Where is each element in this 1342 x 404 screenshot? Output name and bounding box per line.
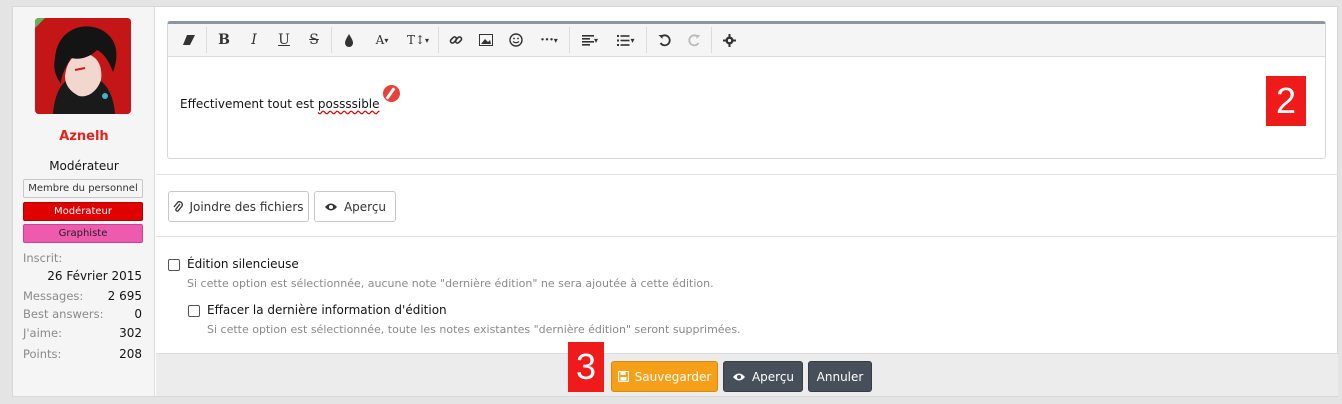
- footer-preview-label: Aperçu: [751, 369, 795, 384]
- main-content: B I U S A ▾ T↕ ▾ ··· ▾ ▾ ▾ Effectivement…: [156, 7, 1338, 396]
- silent-edit-checkbox[interactable]: [168, 259, 180, 271]
- more-dropdown-icon[interactable]: ··· ▾: [531, 26, 567, 54]
- strikethrough-button[interactable]: S: [299, 26, 329, 54]
- silent-edit-hint: Si cette option est sélectionnée, aucune…: [187, 277, 714, 290]
- form-footer: 3 Sauvegarder Aperçu Annuler: [156, 342, 1338, 396]
- stat-value-likes: 302: [119, 326, 142, 340]
- stat-value-joined: 26 Février 2015: [47, 269, 142, 283]
- clear-edit-checkbox[interactable]: [188, 305, 200, 317]
- clear-format-icon[interactable]: [174, 26, 204, 54]
- user-sidebar: Aznelh Modérateur Membre du personnel Mo…: [13, 7, 155, 396]
- settings-gear-icon[interactable]: [714, 26, 744, 54]
- preview-label: Aperçu: [343, 199, 387, 214]
- avatar[interactable]: [35, 18, 131, 114]
- preview-button[interactable]: Aperçu: [314, 191, 396, 222]
- link-icon[interactable]: [441, 26, 471, 54]
- clear-edit-label[interactable]: Effacer la dernière information d'éditio…: [207, 303, 447, 317]
- font-size-dropdown[interactable]: T↕ ▾: [400, 26, 436, 54]
- toolbar-separator: [569, 27, 570, 53]
- stat-label-joined: Inscrit:: [23, 251, 63, 265]
- save-button[interactable]: Sauvegarder: [611, 361, 718, 392]
- section-divider: [156, 174, 1338, 175]
- toolbar-separator: [206, 27, 207, 53]
- text-color-icon[interactable]: [334, 26, 364, 54]
- banner-graphiste: Graphiste: [23, 224, 143, 243]
- editor-toolbar: B I U S A ▾ T↕ ▾ ··· ▾ ▾ ▾: [168, 24, 1325, 57]
- silent-edit-label[interactable]: Édition silencieuse: [187, 257, 299, 271]
- stat-value-best-answers: 0: [134, 307, 142, 321]
- stat-label-points: Points:: [23, 347, 62, 361]
- stat-value-points[interactable]: 208: [119, 347, 142, 361]
- annotation-marker-2: 2: [1266, 76, 1306, 126]
- image-icon[interactable]: [471, 26, 501, 54]
- no-entry-icon: [383, 85, 400, 102]
- user-title: Modérateur: [49, 159, 119, 173]
- eye-icon: [732, 373, 745, 380]
- cancel-button[interactable]: Annuler: [808, 361, 872, 392]
- banner-moderator: Modérateur: [23, 202, 143, 221]
- undo-icon[interactable]: [649, 26, 679, 54]
- emoji-icon[interactable]: [501, 26, 531, 54]
- annotation-marker-3: 3: [568, 342, 604, 392]
- list-dropdown-icon[interactable]: ▾: [608, 26, 644, 54]
- toolbar-separator: [646, 27, 647, 53]
- message-panel: Aznelh Modérateur Membre du personnel Mo…: [12, 6, 1338, 397]
- font-family-label: A: [375, 33, 385, 47]
- font-family-dropdown[interactable]: A ▾: [364, 26, 400, 54]
- attach-files-label: Joindre des fichiers: [189, 199, 304, 214]
- clear-edit-hint: Si cette option est sélectionnée, toute …: [207, 323, 741, 336]
- editor-text: Effectivement tout est: [180, 97, 318, 111]
- toolbar-separator: [438, 27, 439, 53]
- footer-preview-button[interactable]: Aperçu: [723, 361, 803, 392]
- save-label: Sauvegarder: [634, 369, 712, 384]
- stat-label-likes: J'aime:: [23, 326, 62, 340]
- rich-text-editor[interactable]: B I U S A ▾ T↕ ▾ ··· ▾ ▾ ▾ Effectivement…: [167, 21, 1326, 159]
- eye-icon: [324, 203, 337, 210]
- stat-label-best-answers: Best answers:: [23, 307, 104, 321]
- toolbar-separator: [331, 27, 332, 53]
- stat-label-messages: Messages:: [23, 289, 84, 303]
- username[interactable]: Aznelh: [13, 129, 155, 144]
- redo-icon[interactable]: [679, 26, 709, 54]
- avatar-image: [35, 18, 131, 114]
- bold-button[interactable]: B: [209, 26, 239, 54]
- align-dropdown-icon[interactable]: ▾: [572, 26, 608, 54]
- editor-content[interactable]: Effectivement tout est possssible: [180, 97, 380, 111]
- underline-button[interactable]: U: [269, 26, 299, 54]
- attach-files-button[interactable]: Joindre des fichiers: [168, 191, 309, 222]
- misspelled-word[interactable]: possssible: [318, 97, 380, 111]
- stat-value-messages[interactable]: 2 695: [108, 289, 142, 303]
- font-size-label: T↕: [406, 33, 426, 47]
- floppy-icon: [617, 371, 629, 382]
- italic-button[interactable]: I: [239, 26, 269, 54]
- section-divider: [156, 236, 1338, 237]
- cancel-label: Annuler: [816, 369, 864, 384]
- paperclip-icon: [173, 200, 184, 212]
- banner-staff: Membre du personnel: [23, 179, 143, 198]
- toolbar-separator: [711, 27, 712, 53]
- online-indicator: [35, 18, 45, 28]
